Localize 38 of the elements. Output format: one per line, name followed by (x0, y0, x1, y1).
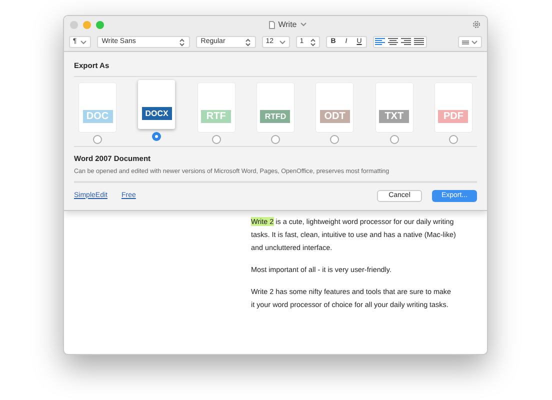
align-button[interactable] (412, 37, 426, 47)
settings-icon[interactable] (472, 20, 481, 29)
radio-button[interactable] (152, 132, 162, 142)
align-right-icon (401, 38, 412, 46)
align-button[interactable] (400, 37, 413, 47)
close-button[interactable] (70, 20, 78, 28)
file-icon[interactable]: DOCX (138, 80, 176, 130)
align-left-icon (375, 38, 386, 46)
format-label: DOC (82, 110, 112, 124)
align-center-icon (388, 38, 398, 46)
radio-button[interactable] (390, 135, 399, 144)
stepper-icon (244, 38, 251, 46)
list-menu[interactable] (458, 36, 482, 48)
radio-button[interactable] (330, 135, 340, 144)
zoom-button[interactable] (96, 20, 104, 28)
align-justify-icon (414, 38, 424, 46)
chevron-icon (471, 40, 478, 44)
format-label: RTFD (260, 110, 290, 124)
window-title: Write (278, 18, 297, 30)
align-button[interactable] (374, 37, 387, 47)
radio-button[interactable] (270, 135, 280, 144)
chevron-icon (278, 40, 286, 44)
align-button[interactable] (386, 37, 400, 47)
format-label: TXT (379, 110, 410, 124)
radio-button[interactable] (448, 135, 458, 144)
chevron-icon (80, 40, 87, 44)
stepper-icon (310, 38, 316, 46)
document-icon (269, 20, 276, 28)
stepper-icon (178, 38, 185, 46)
minimize-button[interactable] (83, 20, 91, 28)
format-label: DOCX (142, 107, 172, 120)
format-label: RTF (201, 110, 232, 124)
format-label: PDF (438, 110, 468, 124)
list-icon (462, 40, 469, 44)
format-label: ODT (320, 110, 350, 124)
radio-button[interactable] (93, 135, 102, 144)
chevron-icon (300, 22, 307, 27)
radio-button[interactable] (212, 135, 221, 144)
